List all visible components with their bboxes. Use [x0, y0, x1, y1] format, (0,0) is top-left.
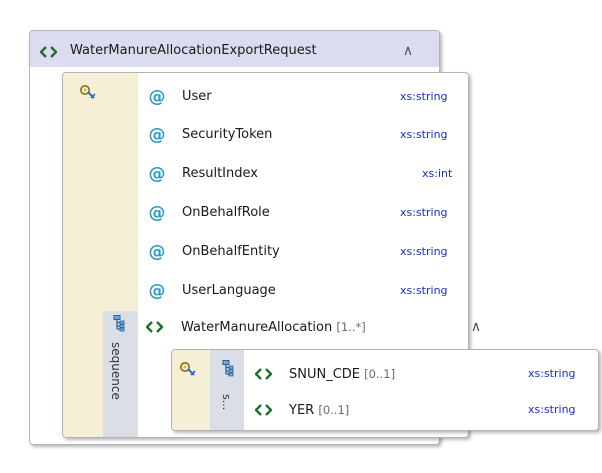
attribute-group-icon	[179, 361, 196, 376]
element-icon	[255, 367, 273, 381]
collapse-icon[interactable]: ∧	[400, 43, 416, 59]
attribute-name[interactable]: SecurityToken	[182, 126, 272, 144]
attribute-name[interactable]: UserLanguage	[182, 282, 276, 300]
attribute-type: xs:int	[422, 167, 453, 180]
attribute-type: xs:string	[400, 245, 448, 258]
root-element-name: WaterManureAllocationExportRequest	[70, 43, 317, 58]
attribute-icon: @	[148, 242, 166, 262]
inner-element-label: SNUN_CDE	[289, 367, 361, 382]
inner-cardinality: [0..1]	[364, 367, 396, 381]
element-icon	[146, 320, 164, 334]
attribute-name[interactable]: OnBehalfEntity	[182, 243, 280, 261]
element-icon	[40, 45, 58, 59]
attribute-name[interactable]: User	[182, 88, 212, 106]
collapse-icon[interactable]: ∧	[468, 319, 484, 335]
inner-element-type: xs:string	[528, 403, 576, 416]
attribute-icon: @	[148, 125, 166, 145]
attribute-icon: @	[148, 164, 166, 184]
attribute-type: xs:string	[400, 90, 448, 103]
sequence-icon	[222, 360, 234, 377]
inner-element-type: xs:string	[528, 367, 576, 380]
sequence-label: sequence	[109, 342, 123, 400]
nested-sequence-label: s...	[220, 394, 233, 411]
inner-cardinality: [0..1]	[318, 403, 350, 417]
element-icon	[255, 403, 273, 417]
inner-element-name[interactable]: YER [0..1]	[289, 401, 349, 420]
attribute-name[interactable]: OnBehalfRole	[182, 204, 270, 222]
child-cardinality: [1..*]	[336, 320, 366, 334]
attribute-group-icon	[79, 84, 96, 99]
attribute-icon: @	[148, 203, 166, 223]
child-element-label: WaterManureAllocation	[181, 320, 333, 335]
attribute-icon: @	[148, 87, 166, 107]
inner-element-label: YER	[289, 403, 315, 418]
attribute-name[interactable]: ResultIndex	[182, 165, 258, 183]
attribute-type: xs:string	[400, 128, 448, 141]
sequence-icon	[113, 315, 125, 332]
inner-element-name[interactable]: SNUN_CDE [0..1]	[289, 365, 395, 384]
attribute-type: xs:string	[400, 206, 448, 219]
child-element-name[interactable]: WaterManureAllocation [1..*]	[181, 318, 366, 337]
attribute-icon: @	[148, 281, 166, 301]
attribute-type: xs:string	[400, 284, 448, 297]
